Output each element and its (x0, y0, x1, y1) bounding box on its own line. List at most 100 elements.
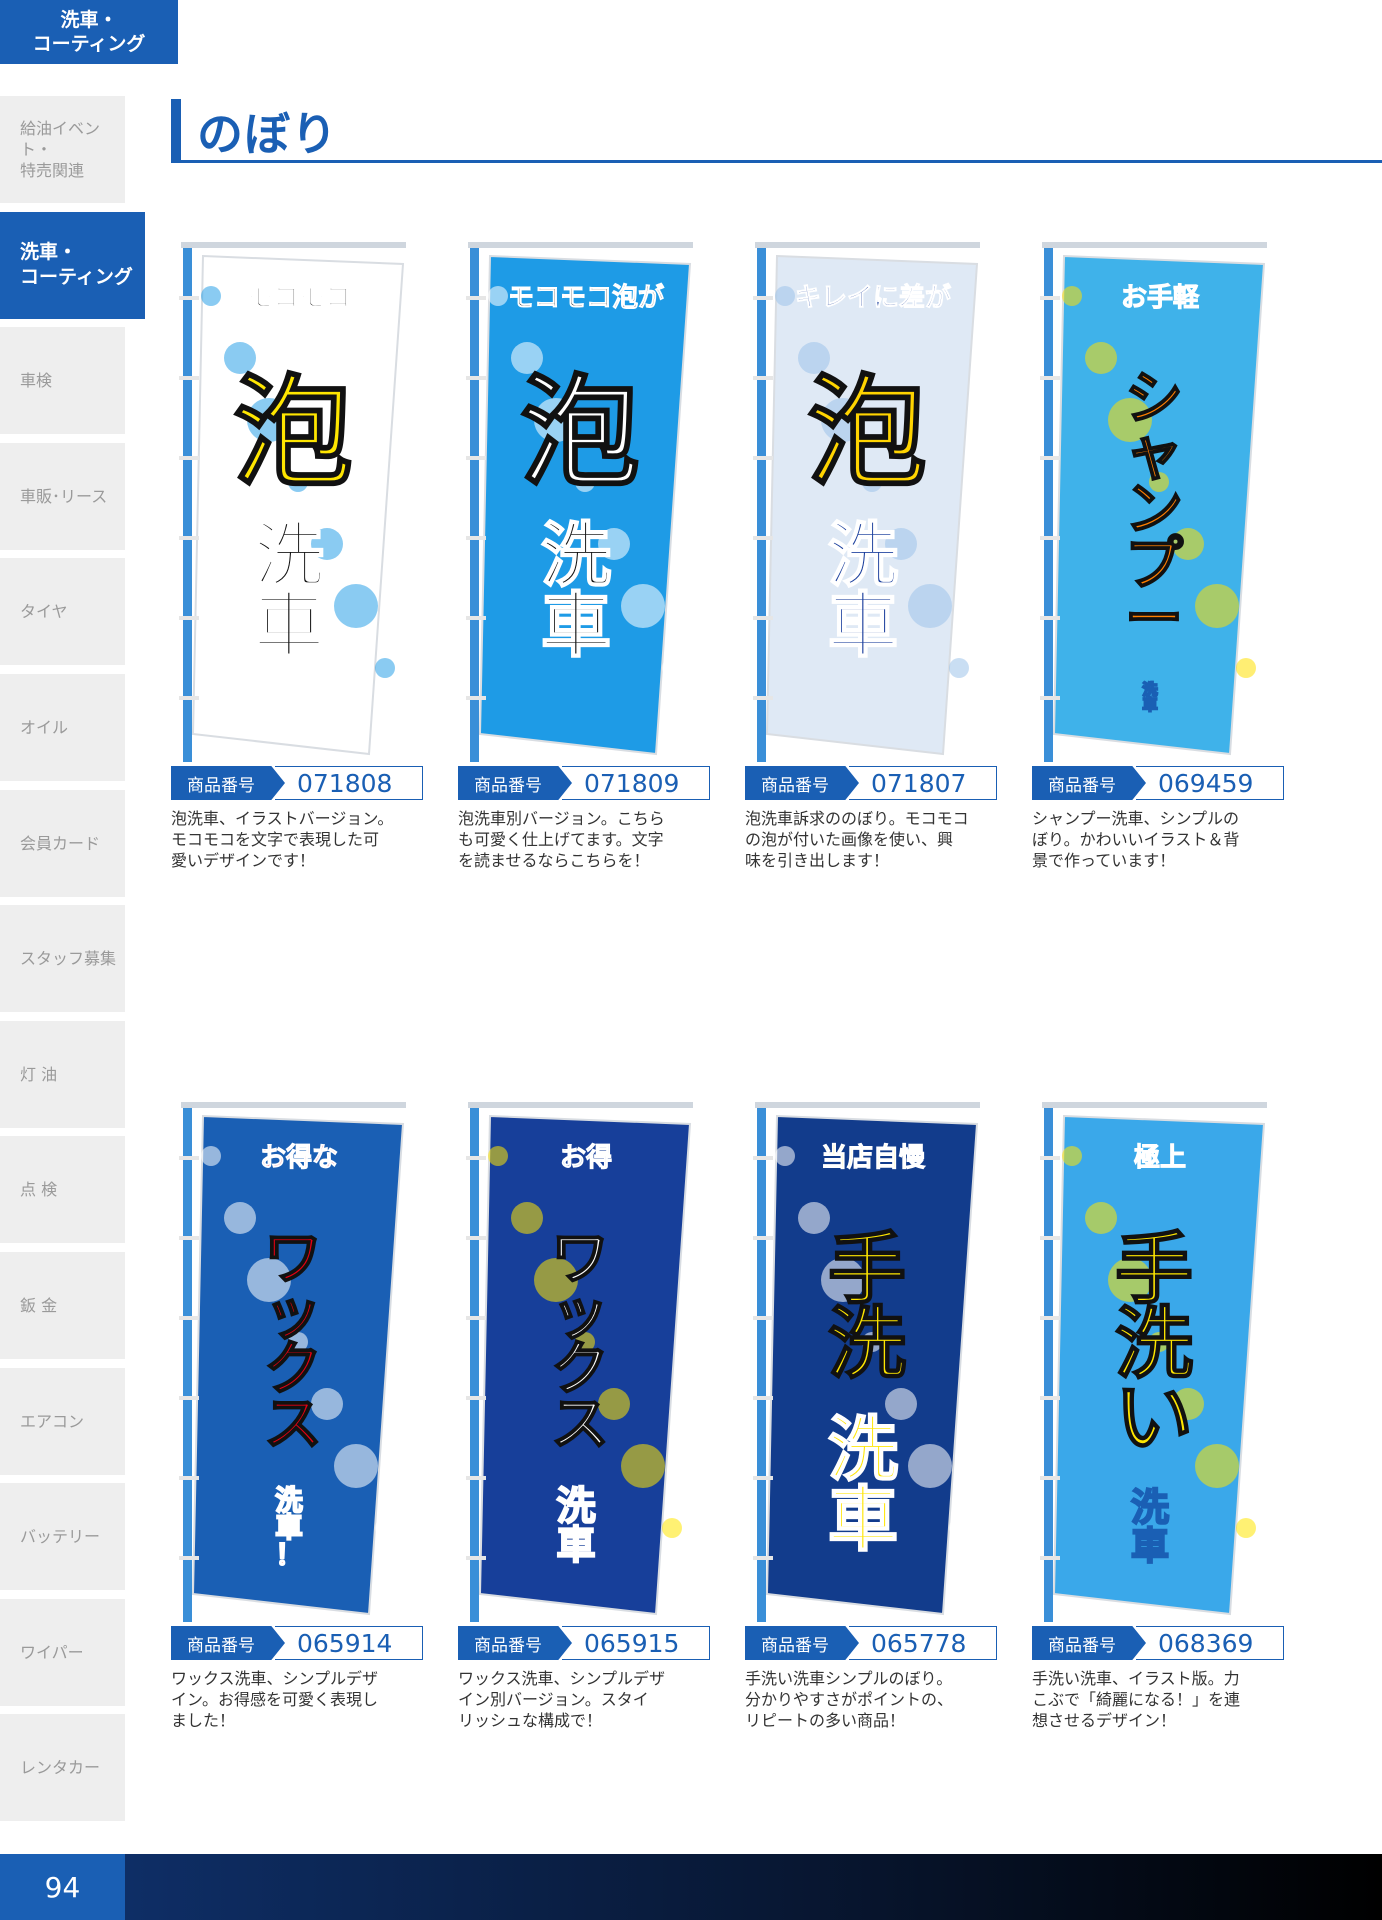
flag-decoration (201, 1146, 221, 1166)
product-card[interactable]: お得なワックス洗車！商品番号 065914 ワックス洗車、シンプルデザ イン。お得感を… (171, 1096, 441, 1730)
product-card[interactable]: モコモコ泡が泡洗車商品番号 071809 泡洗車別バージョン。こちら も可愛く仕上げて… (458, 236, 728, 870)
flag-decoration (949, 658, 969, 678)
product-description: ワックス洗車、シンプルデザ イン別バージョン。スタイ リッシュな構成で！ (458, 1668, 688, 1731)
flag-top-bar (755, 1102, 980, 1108)
sidebar-item-label: 鈑 金 (20, 1296, 58, 1315)
sidebar-item[interactable]: レンタカー (0, 1714, 125, 1822)
product-id-label: 商品番号 (745, 766, 859, 800)
sidebar-item[interactable]: 鈑 金 (0, 1252, 125, 1359)
description-line: 手洗い洗車、イラスト版。力 (1032, 1669, 1240, 1688)
flag-subtext: モコモコ (247, 283, 351, 313)
sidebar-item[interactable]: 会員カード (0, 789, 125, 897)
sidebar-item-label: ワイパー (20, 1642, 84, 1662)
pole-ring (753, 376, 773, 380)
flag-decoration (621, 584, 665, 628)
flag-main-char: 泡 (807, 364, 927, 503)
flag-body (191, 254, 405, 756)
product-id-label: 商品番号 (171, 766, 285, 800)
sidebar-item[interactable]: スタッフ募集 (0, 905, 125, 1013)
flag-main-char: い (1115, 1373, 1193, 1463)
pole-ring (466, 376, 486, 380)
flag-decoration (375, 658, 395, 678)
flag-pole (1044, 1102, 1053, 1622)
sidebar-item[interactable]: オイル (0, 674, 125, 781)
product-id-number: 068369 (1136, 1626, 1284, 1660)
product-id-number: 065914 (275, 1626, 423, 1660)
pole-ring (179, 1156, 199, 1160)
flag-pole (470, 1102, 479, 1622)
page-title: のぼり (197, 107, 338, 161)
sidebar-item[interactable]: タイヤ (0, 558, 125, 666)
description-line: リッシュな構成で！ (458, 1711, 603, 1730)
product-card[interactable]: キレイに差が泡洗車商品番号 071807 泡洗車訴求ののぼり。モコモコ の泡が付いた画… (745, 236, 1015, 870)
pole-ring (179, 296, 199, 300)
pole-ring (1040, 1156, 1060, 1160)
pole-ring (1040, 456, 1060, 460)
pole-ring (179, 1396, 199, 1400)
sidebar-item[interactable]: 点 検 (0, 1136, 125, 1244)
section-tab[interactable]: 洗車・ コーティング (0, 0, 178, 64)
pole-ring (179, 1236, 199, 1240)
sidebar-item[interactable]: 灯 油 (0, 1020, 125, 1128)
description-line: イン別バージョン。スタイ (458, 1690, 649, 1709)
sidebar-item[interactable]: エアコン (0, 1367, 125, 1475)
flag-decoration (949, 1518, 969, 1538)
flag-decoration (662, 1518, 682, 1538)
pole-ring (1040, 1236, 1060, 1240)
sidebar-item[interactable]: ワイパー (0, 1598, 125, 1706)
flag-subtext: お得 (560, 1143, 612, 1173)
flag-bottom-char: 車 (1142, 695, 1157, 713)
nobori-flag-image: お手軽シャンプー洗車 (1032, 236, 1302, 766)
pole-ring (1040, 696, 1060, 700)
sidebar-item[interactable]: 車販･リース (0, 442, 125, 550)
description-line: の泡が付いた画像を使い、興 (745, 830, 954, 849)
product-description: シャンプー洗車、シンプルの ぼり。かわいいイラスト＆背 景で作っています！ (1032, 808, 1262, 871)
pole-ring (753, 1316, 773, 1320)
nobori-flag-image: お得ワックス洗車 (458, 1096, 728, 1626)
sidebar-item[interactable]: 給油イベント・ 特売関連 (0, 96, 125, 203)
section-tab-line2: コーティング (32, 33, 146, 55)
pole-ring (466, 696, 486, 700)
nobori-flag-image: お得なワックス洗車！ (171, 1096, 441, 1626)
sidebar-item[interactable]: バッテリー (0, 1483, 125, 1591)
description-line: ワックス洗車、シンプルデザ (458, 1669, 666, 1688)
flag-decoration (488, 286, 508, 306)
sidebar-item[interactable]: 洗車・ コーティング (0, 211, 145, 319)
product-id-number: 071809 (562, 766, 710, 800)
flag-subtext: モコモコ泡が (508, 282, 664, 313)
flag-decoration (1062, 1146, 1082, 1166)
flag-decoration (334, 584, 378, 628)
flag-decoration (511, 1202, 543, 1234)
product-id-label: 商品番号 (1032, 1626, 1146, 1660)
flag-subtext: お得な (260, 1143, 338, 1173)
description-line: こぶで「綺麗になる！」を連 (1032, 1690, 1241, 1709)
sidebar-item-label: 車検 (20, 371, 53, 391)
description-line: 想させるデザイン！ (1032, 1711, 1177, 1730)
product-card[interactable]: 極上手洗い洗車商品番号 068369 手洗い洗車、イラスト版。力 こぶで「綺麗になる！… (1032, 1096, 1302, 1730)
flag-decoration (621, 1444, 665, 1488)
description-line: 泡洗車、イラストバージョン。 (171, 809, 394, 828)
pole-ring (753, 1396, 773, 1400)
product-description: 泡洗車、イラストバージョン。 モコモコを文字で表現した可 愛いデザインです！ (171, 808, 401, 871)
flag-pole (183, 1102, 192, 1622)
product-card[interactable]: モコモコ泡洗車商品番号 071808 泡洗車、イラストバージョン。 モコモコを文字で表… (171, 236, 441, 870)
sidebar-item[interactable]: 車検 (0, 327, 125, 435)
product-card[interactable]: お得ワックス洗車商品番号 065915 ワックス洗車、シンプルデザ イン別バージョン。… (458, 1096, 728, 1730)
product-card[interactable]: 当店自慢手洗洗車商品番号 065778 手洗い洗車シンプルのぼり。 分かりやすさがポイ… (745, 1096, 1015, 1730)
flag-top-bar (1042, 242, 1267, 248)
flag-decoration (1236, 658, 1256, 678)
product-id-badge: 商品番号 069459 (1032, 766, 1294, 802)
pole-ring (179, 1556, 199, 1560)
product-card[interactable]: お手軽シャンプー洗車商品番号 069459 シャンプー洗車、シンプルの ぼり。かわいい… (1032, 236, 1302, 870)
sidebar-item-label: 洗車・ (20, 241, 78, 264)
sidebar-item-label-2: コーティング (20, 266, 133, 289)
flag-top-bar (1042, 1102, 1267, 1108)
product-id-badge: 商品番号 071809 (458, 766, 720, 802)
description-line: イン。お得感を可愛く表現し (171, 1690, 379, 1709)
pole-ring (753, 296, 773, 300)
flag-bottom-char: 車 (541, 585, 611, 667)
pole-ring (466, 1316, 486, 1320)
description-line: 景で作っています！ (1032, 851, 1176, 870)
pole-ring (179, 376, 199, 380)
product-id-number: 069459 (1136, 766, 1284, 800)
